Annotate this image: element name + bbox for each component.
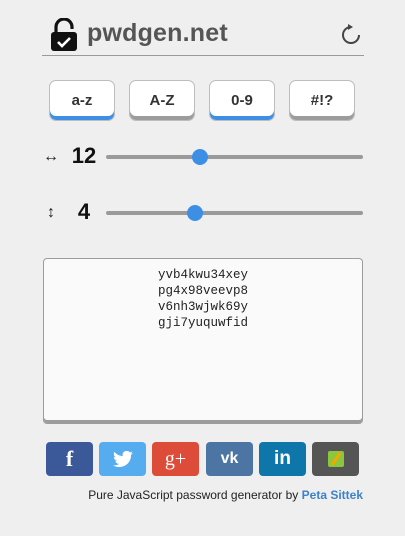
toggle-lowercase[interactable]: a-z: [49, 80, 115, 121]
length-slider[interactable]: [106, 149, 363, 165]
vk-button[interactable]: vk: [206, 442, 253, 476]
facebook-button[interactable]: f: [46, 442, 93, 476]
vk-icon: vk: [220, 450, 239, 467]
linkedin-button[interactable]: in: [259, 442, 306, 476]
toggle-label: #!?: [310, 92, 334, 109]
twitter-icon: [112, 451, 133, 467]
vertical-arrows-icon: ↕: [47, 204, 55, 221]
toggle-uppercase[interactable]: A-Z: [129, 80, 195, 121]
password-output[interactable]: yvb4kwu34xey pg4x98veevp8 v6nh3wjwk69y g…: [43, 258, 363, 424]
count-row: ↕ 4: [40, 198, 365, 228]
google-plus-icon: g+: [164, 447, 187, 470]
twitter-button[interactable]: [99, 442, 146, 476]
count-slider[interactable]: [106, 205, 363, 221]
password-line[interactable]: gji7yuquwfid: [44, 315, 362, 331]
toggle-symbols[interactable]: #!?: [289, 80, 355, 121]
length-value: 12: [71, 143, 97, 168]
horizontal-arrows-icon: ↔: [43, 148, 59, 165]
lock-icon: [51, 18, 77, 51]
google-plus-button[interactable]: g+: [152, 442, 199, 476]
password-line[interactable]: pg4x98veevp8: [44, 283, 362, 299]
password-line[interactable]: v6nh3wjwk69y: [44, 299, 362, 315]
site-title: pwdgen.net: [87, 19, 228, 47]
toggle-digits[interactable]: 0-9: [209, 80, 275, 121]
count-slider-thumb[interactable]: [186, 205, 203, 221]
facebook-icon: f: [65, 446, 74, 471]
length-slider-thumb[interactable]: [191, 149, 208, 165]
toggle-label: A-Z: [149, 92, 175, 109]
author-link[interactable]: Peta Sittek: [302, 488, 363, 502]
refresh-icon[interactable]: [340, 24, 362, 46]
charset-toggles: a-z A-Z 0-9 #!?: [49, 80, 357, 122]
other-share-button[interactable]: [312, 442, 359, 476]
footer-text: Pure JavaScript password generator by: [88, 488, 302, 502]
social-buttons: f g+ vk in: [46, 442, 360, 476]
footer: Pure JavaScript password generator by Pe…: [0, 488, 363, 502]
password-line[interactable]: yvb4kwu34xey: [44, 267, 362, 283]
count-value: 4: [77, 199, 91, 224]
toggle-label: a-z: [71, 92, 93, 109]
share-icon: [327, 451, 344, 467]
length-row: ↔ 12: [40, 142, 365, 172]
linkedin-icon: in: [274, 448, 291, 469]
header: pwdgen.net: [42, 14, 364, 56]
toggle-label: 0-9: [231, 92, 253, 109]
